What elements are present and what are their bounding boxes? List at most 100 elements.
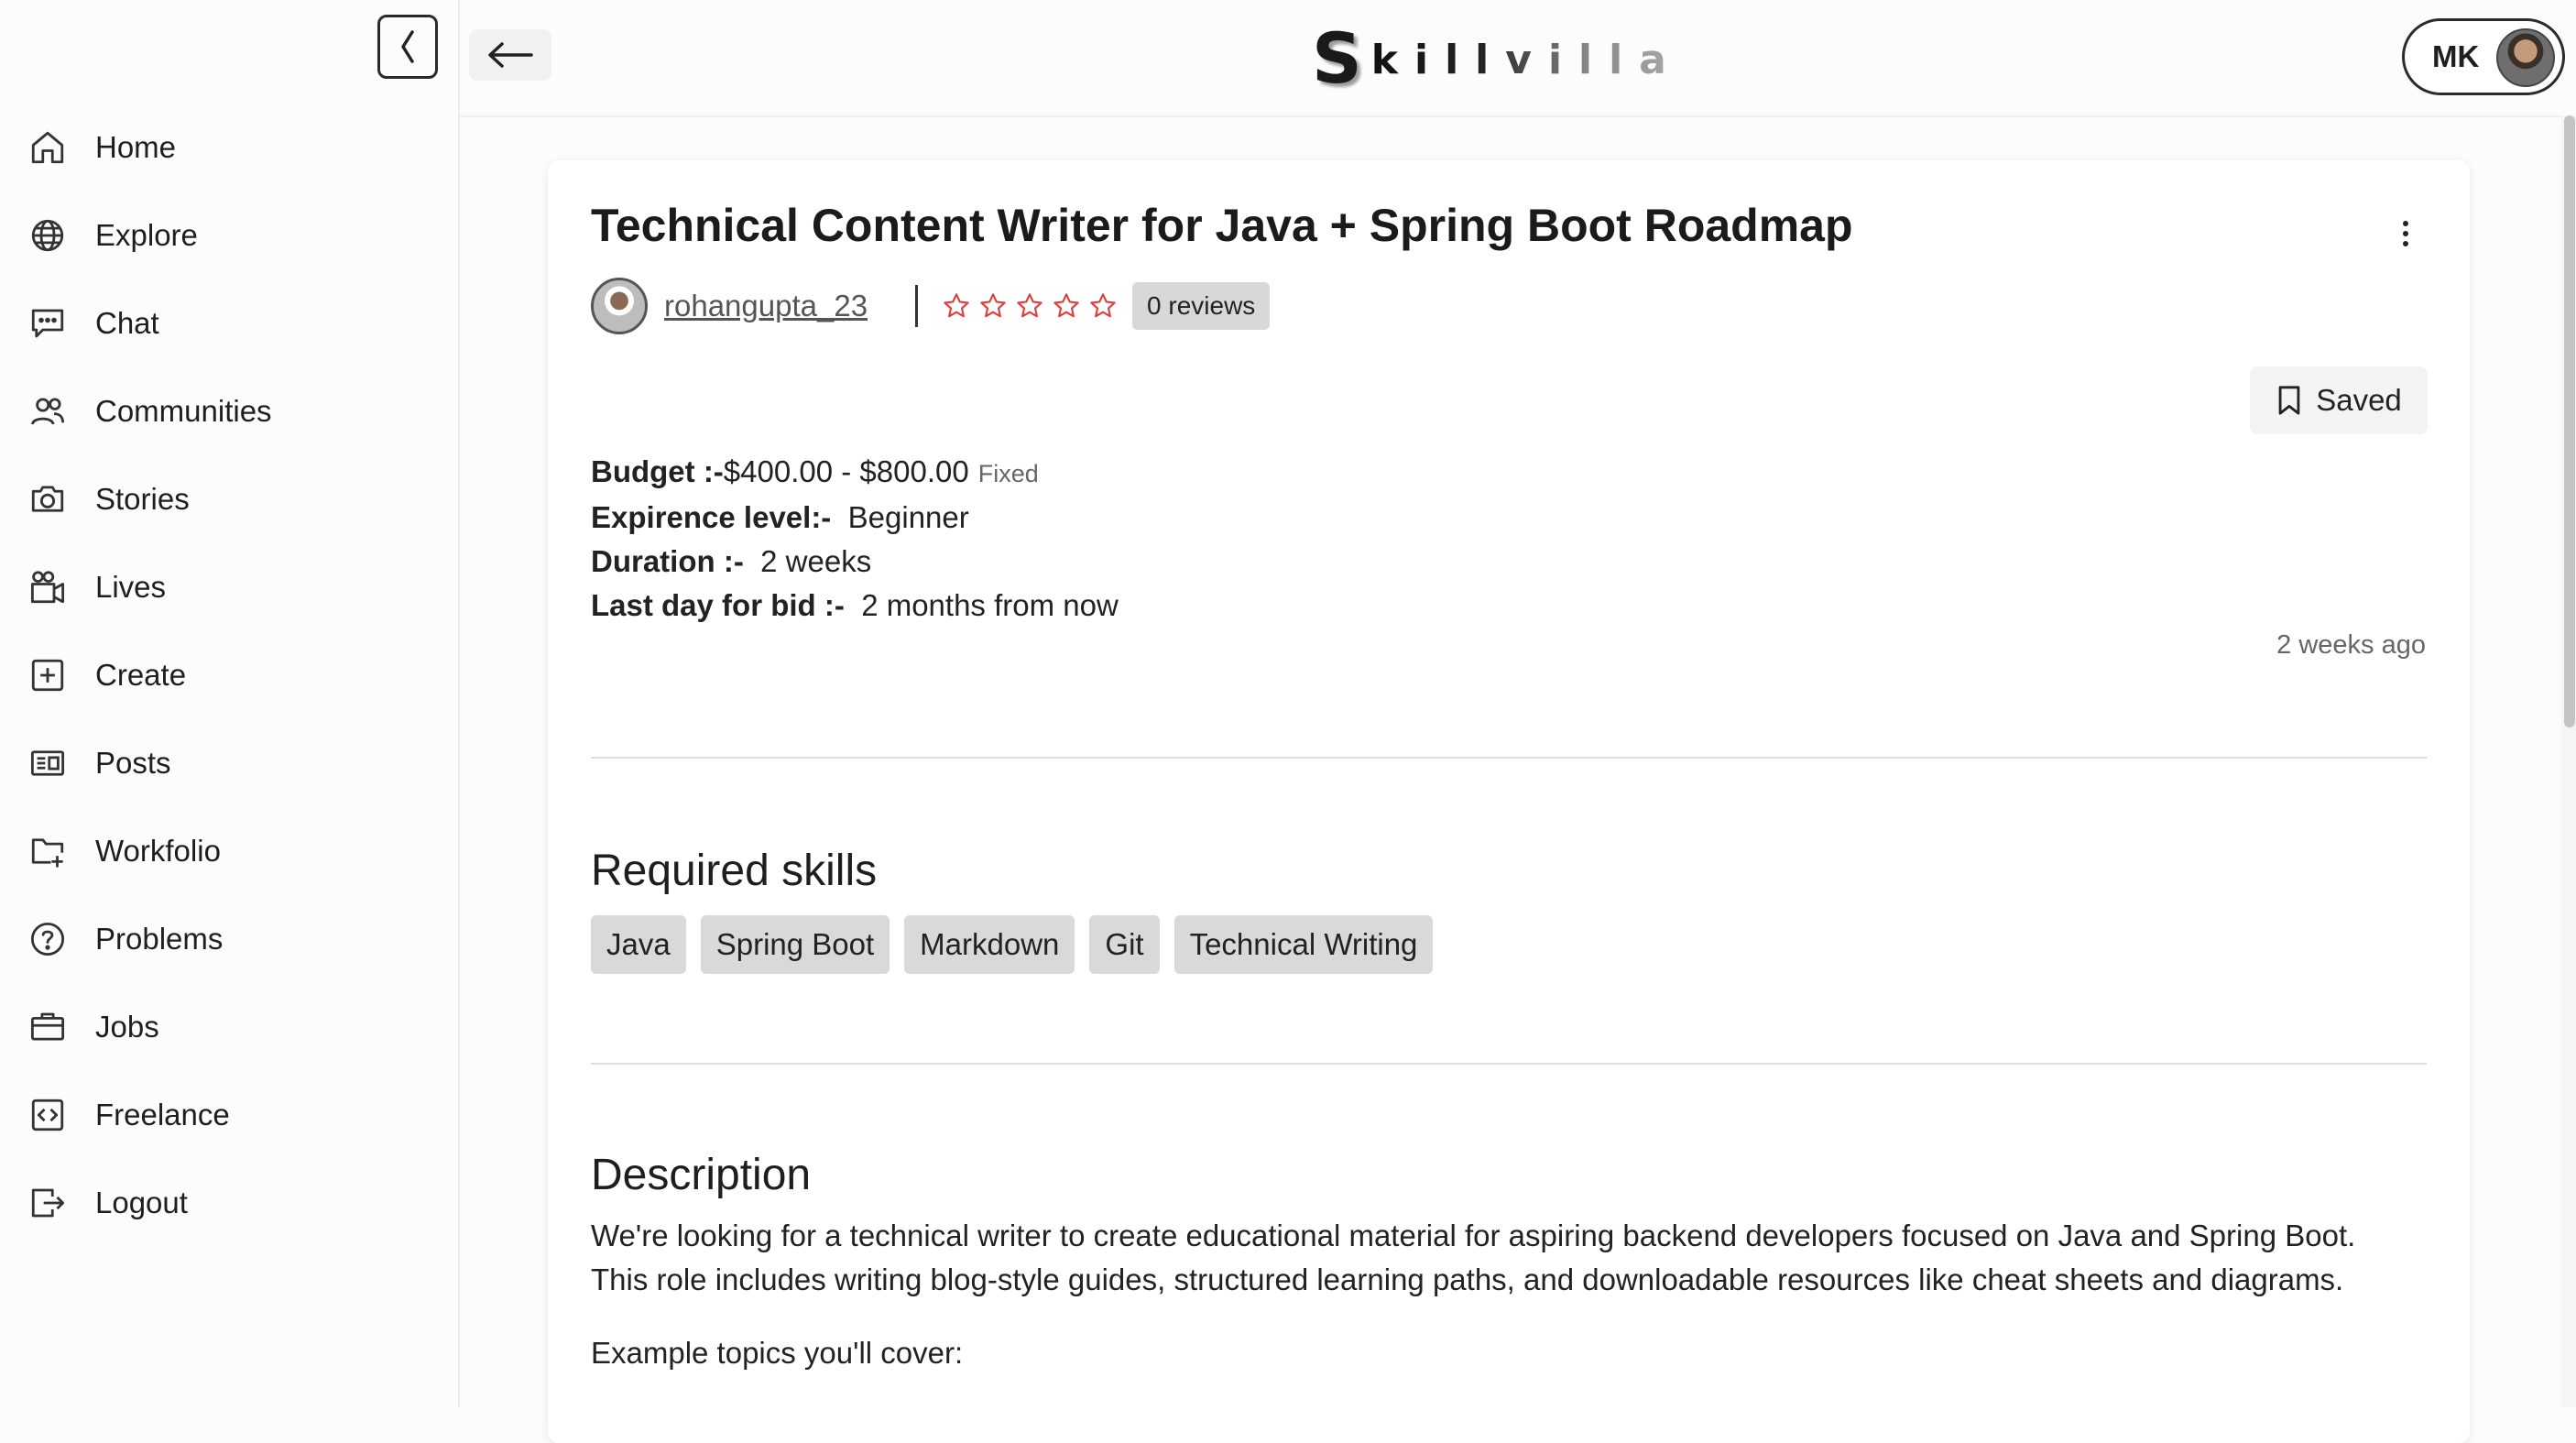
required-skills-heading: Required skills <box>591 847 878 895</box>
arrow-left-icon <box>488 42 533 68</box>
experience-value: Beginner <box>847 500 969 534</box>
skill-chip[interactable]: Spring Boot <box>700 915 890 974</box>
chevron-left-icon <box>401 30 414 63</box>
sidebar-item-label: Freelance <box>95 1098 230 1131</box>
sidebar-item-label: Create <box>95 658 187 692</box>
more-dot-icon <box>2403 221 2408 226</box>
sidebar-item-label: Home <box>95 130 177 164</box>
budget-type: Fixed <box>977 460 1039 487</box>
star-outline-icon <box>1090 293 1116 318</box>
folder-plus-icon <box>27 831 68 871</box>
top-bar: S killvilla MK <box>460 0 2576 117</box>
more-options-button[interactable] <box>2389 217 2422 250</box>
user-initials: MK <box>2432 39 2480 73</box>
logo-text: killvilla <box>1371 33 1683 92</box>
sidebar-item-posts[interactable]: Posts <box>0 719 458 807</box>
star-outline-icon <box>1017 293 1042 318</box>
last-day-label: Last day for bid :- <box>591 588 845 622</box>
description-text: This role includes writing blog-style gu… <box>591 1263 2344 1296</box>
sidebar-item-stories[interactable]: Stories <box>0 455 458 543</box>
sidebar-item-label: Jobs <box>95 1010 159 1044</box>
saved-label: Saved <box>2316 383 2402 417</box>
sidebar-item-logout[interactable]: Logout <box>0 1159 458 1247</box>
budget-row: Budget :-$400.00 - $800.00 Fixed <box>591 450 1119 496</box>
sidebar-item-home[interactable]: Home <box>0 104 458 191</box>
sidebar-item-lives[interactable]: Lives <box>0 543 458 631</box>
sidebar-item-create[interactable]: Create <box>0 631 458 719</box>
briefcase-icon <box>27 1007 68 1047</box>
description-heading: Description <box>591 1151 812 1199</box>
more-dot-icon <box>2403 231 2408 236</box>
skill-chip[interactable]: Technical Writing <box>1173 915 1434 974</box>
divider <box>915 285 919 327</box>
star-rating <box>942 291 1118 321</box>
skill-chip[interactable]: Git <box>1089 915 1160 974</box>
author-row: rohangupta_23 0 reviews <box>591 276 1271 336</box>
video-camera-icon <box>27 567 68 607</box>
experience-label: Expirence level:- <box>591 500 832 534</box>
last-day-row: Last day for bid :- 2 months from now <box>591 584 1119 628</box>
author-avatar[interactable] <box>591 278 648 334</box>
sidebar-item-workfolio[interactable]: Workfolio <box>0 807 458 895</box>
saved-button[interactable]: Saved <box>2250 366 2428 434</box>
globe-icon <box>27 215 68 256</box>
more-dot-icon <box>2403 241 2408 246</box>
duration-value: 2 weeks <box>760 544 872 578</box>
sidebar-item-jobs[interactable]: Jobs <box>0 983 458 1071</box>
duration-row: Duration :- 2 weeks <box>591 540 1119 584</box>
posted-time: 2 weeks ago <box>2276 630 2426 660</box>
section-divider <box>591 757 2427 759</box>
reviews-count-badge[interactable]: 0 reviews <box>1132 282 1271 330</box>
author-link[interactable]: rohangupta_23 <box>664 289 868 323</box>
logo-s: S <box>1312 17 1362 99</box>
job-details: Budget :-$400.00 - $800.00 Fixed Expirenc… <box>591 450 1119 628</box>
sidebar-item-label: Posts <box>95 746 171 780</box>
sidebar-item-problems[interactable]: Problems <box>0 895 458 983</box>
skill-chip[interactable]: Java <box>591 915 686 974</box>
sidebar-item-freelance[interactable]: Freelance <box>0 1071 458 1159</box>
sidebar-item-chat[interactable]: Chat <box>0 279 458 367</box>
page-scrollbar[interactable] <box>2561 115 2576 1407</box>
sidebar-item-label: Stories <box>95 482 190 516</box>
sidebar-item-label: Communities <box>95 394 272 428</box>
user-avatar <box>2496 28 2555 87</box>
sidebar-collapse-button[interactable] <box>377 15 438 79</box>
home-icon <box>27 127 68 168</box>
budget-value: $400.00 - $800.00 <box>723 454 969 488</box>
sidebar-item-label: Lives <box>95 570 167 604</box>
skills-list: Java Spring Boot Markdown Git Technical … <box>591 915 1434 974</box>
job-detail-card: Technical Content Writer for Java + Spri… <box>548 160 2470 1443</box>
newspaper-icon <box>27 743 68 783</box>
user-menu-button[interactable]: MK <box>2402 18 2565 95</box>
scrollbar-thumb[interactable] <box>2564 115 2575 727</box>
sidebar-item-label: Problems <box>95 922 224 956</box>
question-circle-icon <box>27 919 68 959</box>
budget-label: Budget :- <box>591 454 724 488</box>
job-title: Technical Content Writer for Java + Spri… <box>591 200 1853 251</box>
sidebar-nav: Home Explore Chat Communities Stories Li… <box>0 104 458 1247</box>
back-button[interactable] <box>469 29 551 81</box>
plus-square-icon <box>27 655 68 695</box>
skill-chip[interactable]: Markdown <box>904 915 1075 974</box>
sidebar: Home Explore Chat Communities Stories Li… <box>0 0 460 1407</box>
star-outline-icon <box>944 293 969 318</box>
chat-icon <box>27 303 68 344</box>
bookmark-icon <box>2278 386 2300 415</box>
camera-icon <box>27 479 68 519</box>
sidebar-item-label: Logout <box>95 1186 188 1219</box>
users-icon <box>27 391 68 432</box>
description-text: Example topics you'll cover: <box>591 1336 964 1370</box>
sidebar-item-explore[interactable]: Explore <box>0 191 458 279</box>
duration-label: Duration :- <box>591 544 744 578</box>
star-outline-icon <box>980 293 1006 318</box>
sidebar-item-label: Chat <box>95 306 159 340</box>
experience-row: Expirence level:- Beginner <box>591 496 1119 540</box>
logout-icon <box>27 1183 68 1223</box>
sidebar-item-communities[interactable]: Communities <box>0 367 458 455</box>
description-text: We're looking for a technical writer to … <box>591 1219 2356 1252</box>
code-square-icon <box>27 1095 68 1135</box>
skillvilla-logo[interactable]: S killvilla <box>1312 17 1683 99</box>
sidebar-item-label: Explore <box>95 218 198 252</box>
section-divider <box>591 1063 2427 1065</box>
last-day-value: 2 months from now <box>861 588 1119 622</box>
